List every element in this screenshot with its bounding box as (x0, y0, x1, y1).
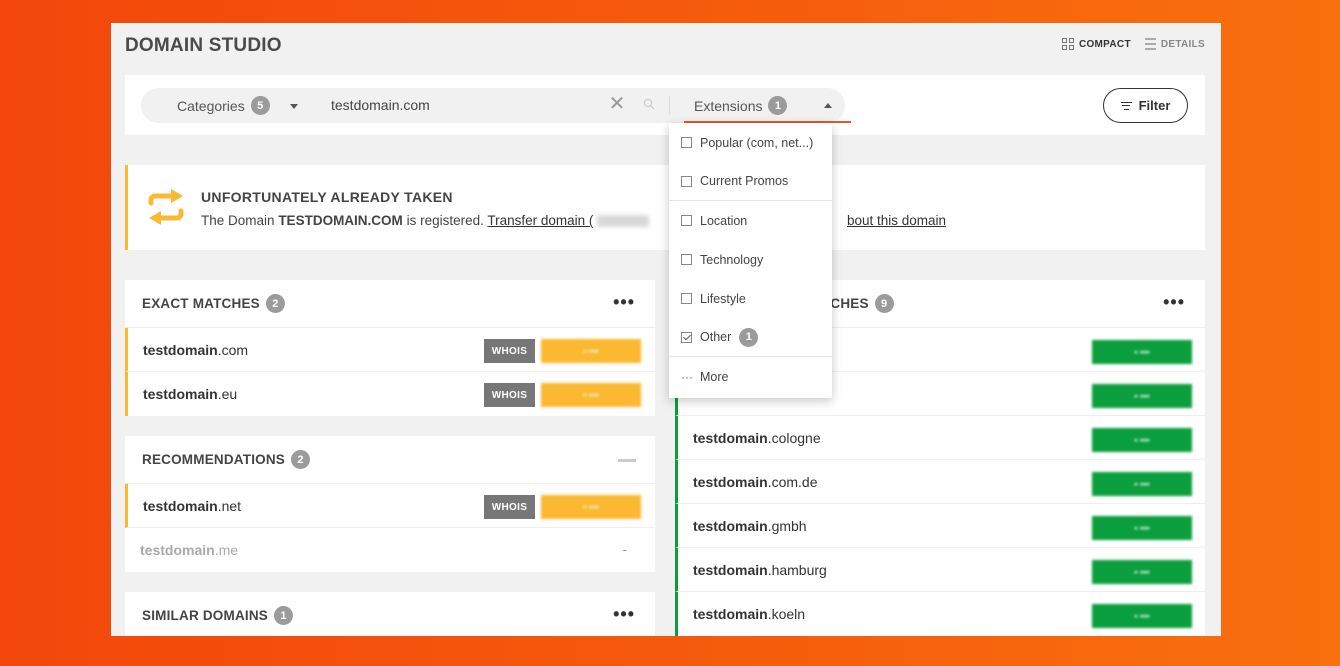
menu-item-lifestyle[interactable]: Lifestyle (669, 279, 832, 318)
details-view-label: DETAILS (1160, 38, 1205, 50)
domain-name: testdomain.com (143, 342, 249, 358)
search-icon[interactable] (643, 98, 655, 110)
table-row[interactable]: testdomain.cologne ▪ ▪▪▪ (675, 416, 1205, 460)
table-row[interactable]: testdomain.eu WHOIS ▪ ▪▪▪ (125, 372, 655, 416)
table-row[interactable]: testdomain.hamburg ▪ ▪▪▪ (675, 548, 1205, 592)
domain-name: testdomain.net (143, 498, 242, 514)
price-button[interactable]: ▪ ▪▪▪ (1092, 428, 1192, 452)
domain-name: testdomain.eu (143, 386, 238, 402)
extensions-label: Extensions (694, 97, 763, 114)
menu-item-other[interactable]: Other 1 (669, 318, 832, 357)
other-matches-count-badge: 9 (874, 294, 894, 313)
whois-button[interactable]: WHOIS (484, 339, 535, 363)
page-title: DOMAIN STUDIO (125, 35, 282, 56)
details-view-toggle[interactable]: DETAILS (1144, 38, 1205, 50)
more-options-icon[interactable]: ••• (1163, 293, 1185, 311)
recommendations-title: RECOMMENDATIONS (142, 452, 285, 467)
collapse-icon[interactable] (618, 459, 636, 462)
table-row[interactable]: testdomain.koeln ▪ ▪▪▪ (675, 592, 1205, 636)
checkbox[interactable] (681, 175, 692, 187)
price-button[interactable]: ▪ ▪▪▪ (1092, 472, 1192, 496)
table-row[interactable]: testdomain.net WHOIS ▪ ▪▪▪ (125, 484, 655, 528)
transfer-price-blurred (597, 215, 650, 228)
domain-taken-notice: UNFORTUNATELY ALREADY TAKEN The Domain T… (125, 165, 1205, 250)
checkbox-checked[interactable] (681, 331, 692, 343)
search-bar: Categories 5 testdomain.com ✕ Extensions… (125, 75, 1205, 135)
menu-item-more[interactable]: ··· More (669, 357, 832, 396)
notice-title: UNFORTUNATELY ALREADY TAKEN (201, 189, 453, 205)
domain-name: testdomain.me (140, 542, 239, 558)
domain-name: testdomain.com.de (693, 474, 818, 490)
checkbox[interactable] (681, 293, 692, 304)
checkbox[interactable] (681, 215, 692, 226)
domain-studio-app: DOMAIN STUDIO COMPACT DETAILS Categories… (111, 23, 1221, 636)
compact-view-label: COMPACT (1078, 38, 1131, 50)
extensions-dropdown[interactable]: Extensions 1 (684, 88, 851, 123)
price-button[interactable]: ▪ ▪▪▪ (1092, 604, 1192, 628)
price-button[interactable]: ▪ ▪▪▪ (541, 339, 641, 363)
domain-info-link[interactable]: bout this domain (847, 213, 946, 228)
list-icon (1144, 38, 1156, 50)
filter-button[interactable]: Filter (1103, 88, 1188, 123)
similar-domains-count-badge: 1 (274, 606, 293, 625)
table-row[interactable]: testdomain.me - (125, 528, 655, 572)
table-row[interactable]: testdomain.gmbh ▪ ▪▪▪ (675, 504, 1205, 548)
filter-label: Filter (1138, 98, 1171, 113)
extensions-chevron-up-icon[interactable] (824, 103, 832, 108)
view-switcher: COMPACT DETAILS (1061, 38, 1205, 50)
transfer-swap-icon (148, 189, 184, 225)
recommendations-count-badge: 2 (291, 450, 310, 469)
domain-name: testdomain.koeln (693, 606, 806, 622)
categories-dropdown[interactable]: Categories 5 (177, 96, 270, 115)
checkbox[interactable] (681, 254, 692, 265)
price-button[interactable]: ▪ ▪▪▪ (1092, 340, 1192, 364)
recommendations-card: RECOMMENDATIONS 2 testdomain.net WHOIS ▪… (125, 436, 655, 572)
domain-name: testdomain.cologne (693, 430, 821, 446)
ellipsis-icon: ··· (681, 369, 693, 384)
menu-item-popular[interactable]: Popular (com, net...) (669, 123, 832, 162)
table-row[interactable]: testdomain.com WHOIS ▪ ▪▪▪ (125, 328, 655, 372)
divider (669, 96, 670, 115)
exact-matches-card: EXACT MATCHES 2 ••• testdomain.com WHOIS… (125, 280, 655, 416)
other-count-badge: 1 (739, 327, 759, 347)
table-row[interactable]: testdomain.com.de ▪ ▪▪▪ (675, 460, 1205, 504)
more-options-icon[interactable]: ••• (613, 293, 635, 311)
similar-domains-card: SIMILAR DOMAINS 1 ••• (125, 592, 655, 636)
menu-item-current-promos[interactable]: Current Promos (669, 162, 832, 201)
categories-count-badge: 5 (250, 96, 270, 115)
extensions-count-badge: 1 (768, 96, 788, 115)
compact-view-toggle[interactable]: COMPACT (1061, 38, 1131, 50)
categories-chevron-down-icon[interactable] (290, 104, 298, 109)
menu-item-technology[interactable]: Technology (669, 240, 832, 279)
categories-label: Categories (177, 97, 245, 114)
price-button[interactable]: ▪ ▪▪▪ (541, 383, 641, 407)
price-button[interactable]: ▪ ▪▪▪ (1092, 516, 1192, 540)
whois-button[interactable]: WHOIS (484, 383, 535, 407)
transfer-domain-link[interactable]: Transfer domain ( (487, 213, 593, 228)
menu-item-location[interactable]: Location (669, 201, 832, 240)
clear-icon[interactable]: ✕ (607, 94, 627, 114)
search-input[interactable]: testdomain.com (331, 97, 430, 113)
exact-matches-count-badge: 2 (265, 294, 285, 313)
more-options-icon[interactable]: ••• (613, 605, 635, 623)
domain-name: testdomain.gmbh (693, 518, 807, 534)
domain-name: testdomain.hamburg (693, 562, 827, 578)
exact-matches-title: EXACT MATCHES (142, 296, 260, 311)
search-pill: Categories 5 testdomain.com ✕ Extensions… (141, 88, 851, 123)
checkbox[interactable] (681, 137, 692, 148)
unavailable-dash: - (622, 542, 627, 557)
extensions-menu: Popular (com, net...) Current Promos Loc… (669, 123, 832, 398)
price-button[interactable]: ▪ ▪▪▪ (1092, 384, 1192, 408)
price-button[interactable]: ▪ ▪▪▪ (1092, 560, 1192, 584)
taken-domain: TESTDOMAIN.COM (278, 213, 403, 228)
notice-text: The Domain TESTDOMAIN.COM is registered.… (201, 213, 653, 228)
whois-button[interactable]: WHOIS (484, 495, 535, 519)
price-button[interactable]: ▪ ▪▪▪ (541, 495, 641, 519)
grid-icon (1061, 38, 1074, 50)
similar-domains-title: SIMILAR DOMAINS (142, 608, 268, 623)
filter-icon (1120, 101, 1132, 110)
